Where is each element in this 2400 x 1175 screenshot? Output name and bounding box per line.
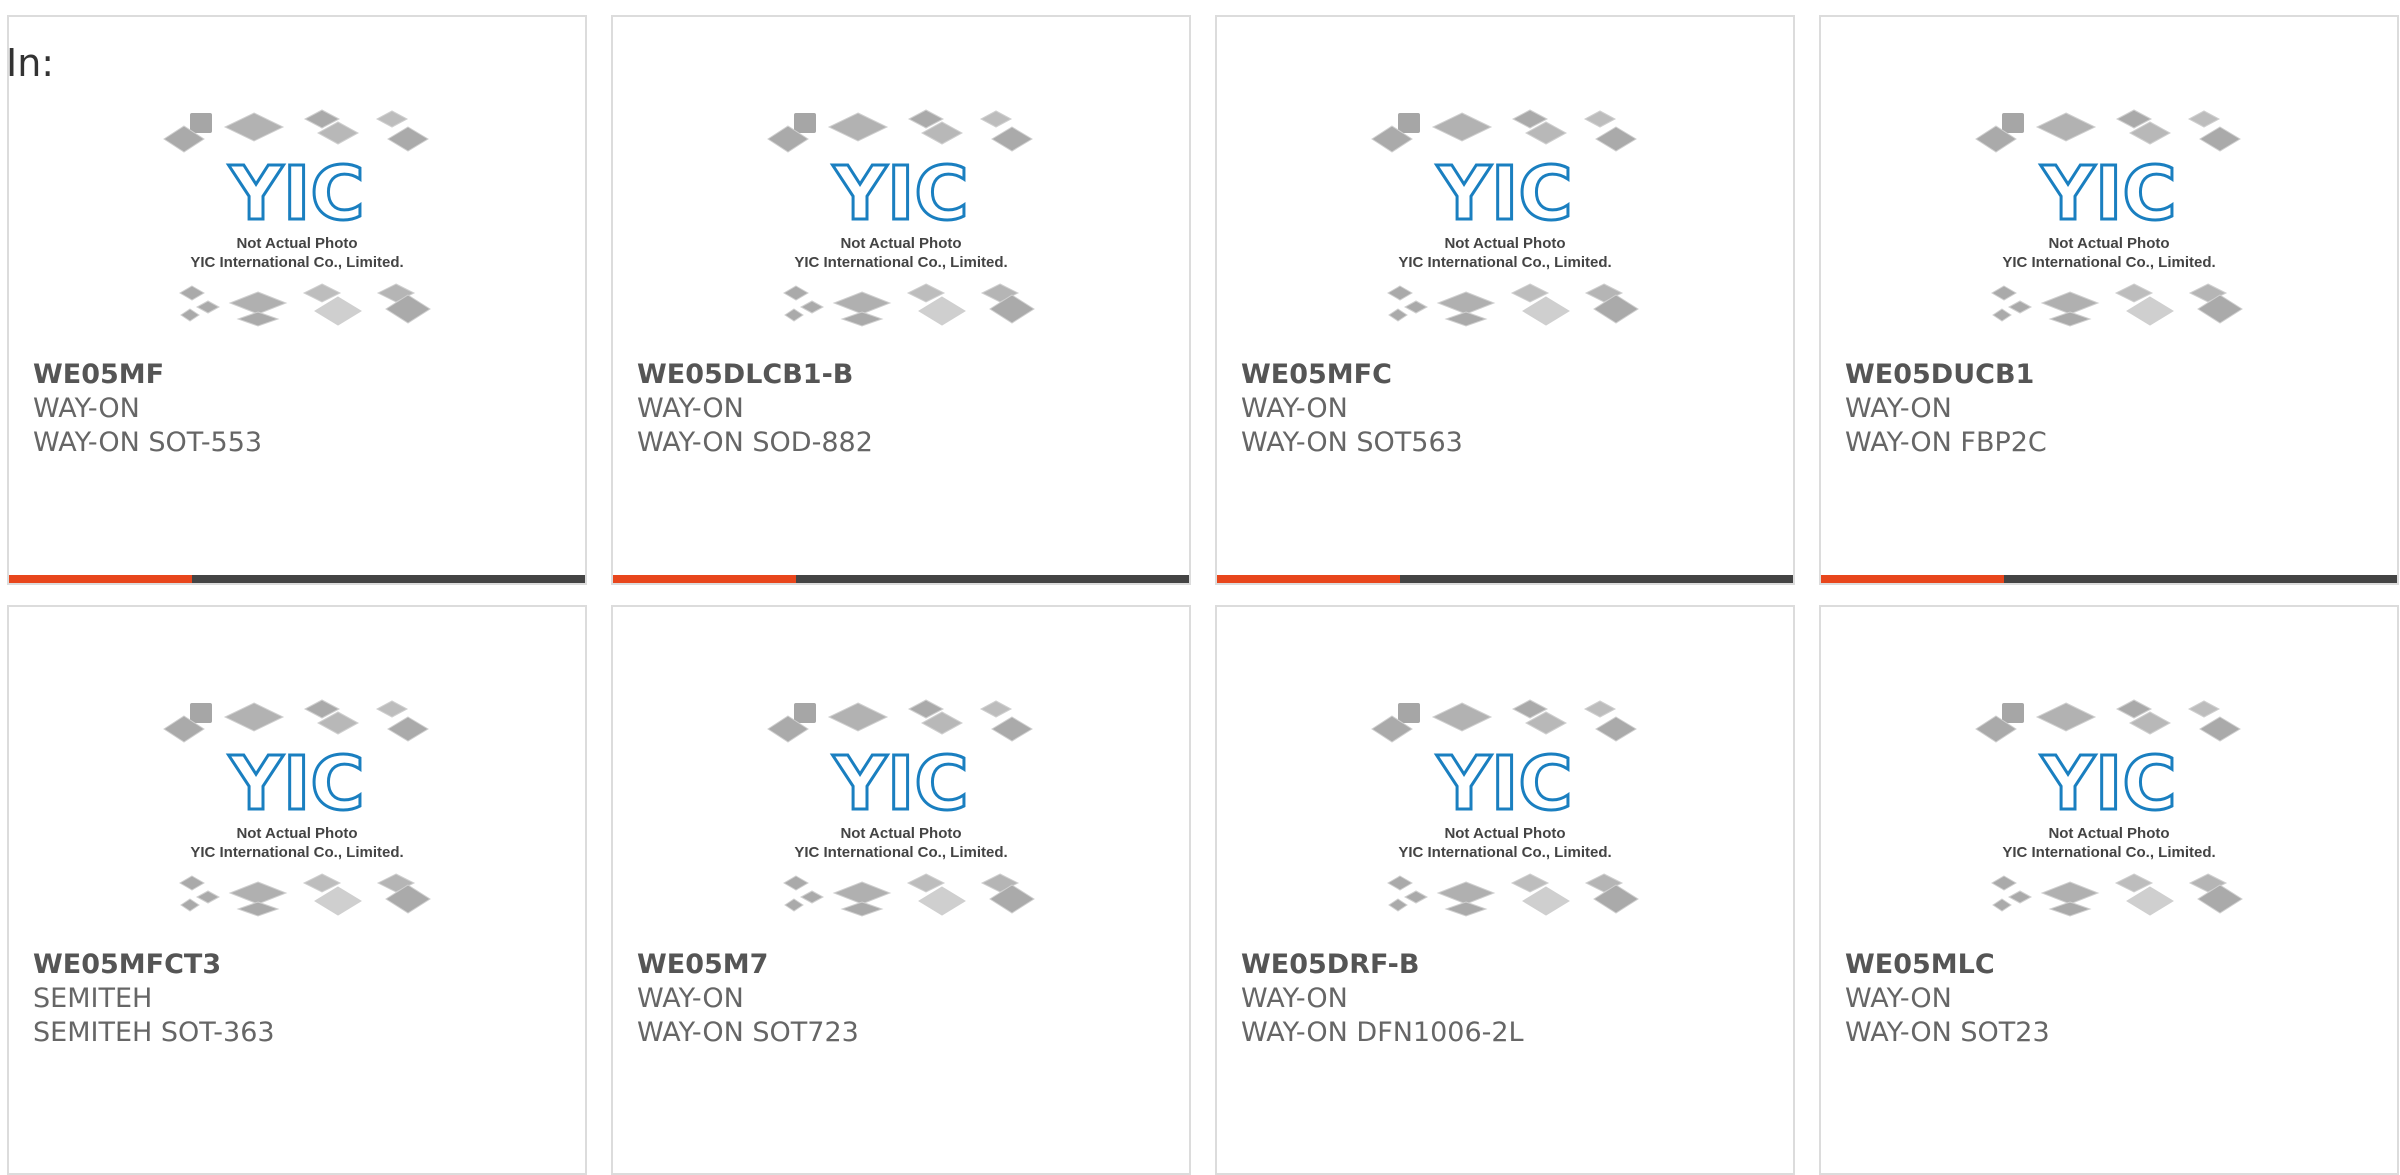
filter-label: In:	[6, 41, 55, 85]
placeholder-caption: YIC International Co., Limited.	[2002, 254, 2215, 271]
product-image: YIC Not Actual Photo YIC International Co.…	[1821, 687, 2397, 957]
manufacturer: SEMITEH	[33, 983, 153, 1014]
placeholder-caption: YIC International Co., Limited.	[794, 844, 1007, 861]
card-footer-bar	[1217, 575, 1793, 583]
product-image: YIC Not Actual Photo YIC International Co.…	[1217, 97, 1793, 367]
card-footer-accent	[9, 575, 192, 583]
product-card[interactable]: YIC Not Actual Photo YIC International Co.…	[1215, 605, 1795, 1175]
part-number[interactable]: WE05MFCT3	[33, 948, 575, 982]
yic-placeholder-graphic: YICNot Actual Photo YIC International Co.…	[1371, 699, 1639, 917]
package: WAY-ON SOT563	[1241, 427, 1463, 458]
manufacturer: WAY-ON	[637, 393, 744, 424]
yic-placeholder-graphic: YICNot Actual Photo YIC International Co.…	[767, 699, 1035, 917]
yic-placeholder-graphic: YICNot Actual Photo YIC International Co.…	[1975, 699, 2243, 917]
part-number[interactable]: WE05M7	[637, 948, 1179, 982]
package: WAY-ON FBP2C	[1845, 427, 2047, 458]
part-number[interactable]: WE05DRF-B	[1241, 948, 1783, 982]
placeholder-caption: Not Actual Photo	[236, 825, 357, 842]
part-number[interactable]: WE05MF	[33, 358, 575, 392]
package: WAY-ON SOT-553	[33, 427, 263, 458]
package: WAY-ON SOT723	[637, 1017, 859, 1048]
placeholder-caption: Not Actual Photo	[1444, 235, 1565, 252]
placeholder-caption: Not Actual Photo	[1444, 825, 1565, 842]
placeholder-caption: Not Actual Photo	[236, 235, 357, 252]
placeholder-caption: YIC International Co., Limited.	[2002, 844, 2215, 861]
product-card[interactable]: YIC Not Actual Photo YIC International Co.…	[1819, 605, 2399, 1175]
product-image: YIC Not Actual Photo YIC International Co.…	[9, 687, 585, 957]
product-image: YIC Not Actual Photo YIC International Co.…	[1217, 687, 1793, 957]
yic-placeholder-graphic: YICNot Actual Photo YIC International Co.…	[767, 109, 1035, 327]
placeholder-caption: YIC International Co., Limited.	[1398, 254, 1611, 271]
manufacturer: WAY-ON	[637, 983, 744, 1014]
product-image: YIC Not Actual Photo YIC International Co.…	[1821, 97, 2397, 367]
manufacturer: WAY-ON	[1241, 393, 1348, 424]
yic-logo: YIC	[1436, 151, 1572, 237]
product-card[interactable]: YIC Not Actual Photo YIC International Co.…	[7, 605, 587, 1175]
yic-logo: YIC	[2040, 741, 2176, 827]
card-footer-bar	[9, 575, 585, 583]
part-number[interactable]: WE05MLC	[1845, 948, 2387, 982]
card-footer-bar	[1821, 575, 2397, 583]
yic-logo: YIC	[228, 741, 364, 827]
product-card[interactable]: YIC Not Actual Photo YIC International Co.…	[1819, 15, 2399, 585]
manufacturer: WAY-ON	[1241, 983, 1348, 1014]
yic-logo: YIC	[832, 741, 968, 827]
manufacturer: WAY-ON	[33, 393, 140, 424]
card-footer-accent	[1217, 575, 1400, 583]
yic-logo: YIC	[2040, 151, 2176, 237]
placeholder-caption: YIC International Co., Limited.	[794, 254, 1007, 271]
product-card[interactable]: YIC Not Actual Photo YIC International Co.…	[611, 15, 1191, 585]
manufacturer: WAY-ON	[1845, 393, 1952, 424]
placeholder-caption: YIC International Co., Limited.	[190, 844, 403, 861]
part-number[interactable]: WE05DLCB1-B	[637, 358, 1179, 392]
placeholder-caption: YIC International Co., Limited.	[190, 254, 403, 271]
card-footer-accent	[1821, 575, 2004, 583]
product-card[interactable]: YIC Not Actual Photo YIC International Co.…	[7, 15, 587, 585]
product-grid: YIC Not Actual Photo YIC International Co.…	[7, 15, 2399, 1175]
placeholder-caption: Not Actual Photo	[2048, 235, 2169, 252]
product-image: YIC Not Actual Photo YIC International Co.…	[9, 97, 585, 367]
yic-logo: YIC	[228, 151, 364, 237]
yic-placeholder-graphic: YICNot Actual Photo YIC International Co.…	[163, 699, 431, 917]
part-number[interactable]: WE05MFC	[1241, 358, 1783, 392]
placeholder-caption: Not Actual Photo	[840, 825, 961, 842]
card-footer-bar	[613, 575, 1189, 583]
product-card[interactable]: YIC Not Actual Photo YIC International Co.…	[1215, 15, 1795, 585]
package: SEMITEH SOT-363	[33, 1017, 275, 1048]
manufacturer: WAY-ON	[1845, 983, 1952, 1014]
yic-placeholder-graphic: YICNot Actual Photo YIC International Co.…	[163, 109, 431, 327]
part-number[interactable]: WE05DUCB1	[1845, 358, 2387, 392]
yic-placeholder-graphic: YICNot Actual Photo YIC International Co.…	[1975, 109, 2243, 327]
package: WAY-ON DFN1006-2L	[1241, 1017, 1524, 1048]
package: WAY-ON SOT23	[1845, 1017, 2050, 1048]
placeholder-caption: Not Actual Photo	[2048, 825, 2169, 842]
product-image: YIC Not Actual Photo YIC International Co.…	[613, 687, 1189, 957]
placeholder-caption: Not Actual Photo	[840, 235, 961, 252]
placeholder-caption: YIC International Co., Limited.	[1398, 844, 1611, 861]
card-footer-accent	[613, 575, 796, 583]
yic-logo: YIC	[832, 151, 968, 237]
yic-logo: YIC	[1436, 741, 1572, 827]
yic-placeholder-graphic: YICNot Actual Photo YIC International Co.…	[1371, 109, 1639, 327]
package: WAY-ON SOD-882	[637, 427, 873, 458]
product-image: YIC Not Actual Photo YIC International Co.…	[613, 97, 1189, 367]
product-card[interactable]: YIC Not Actual Photo YIC International Co.…	[611, 605, 1191, 1175]
